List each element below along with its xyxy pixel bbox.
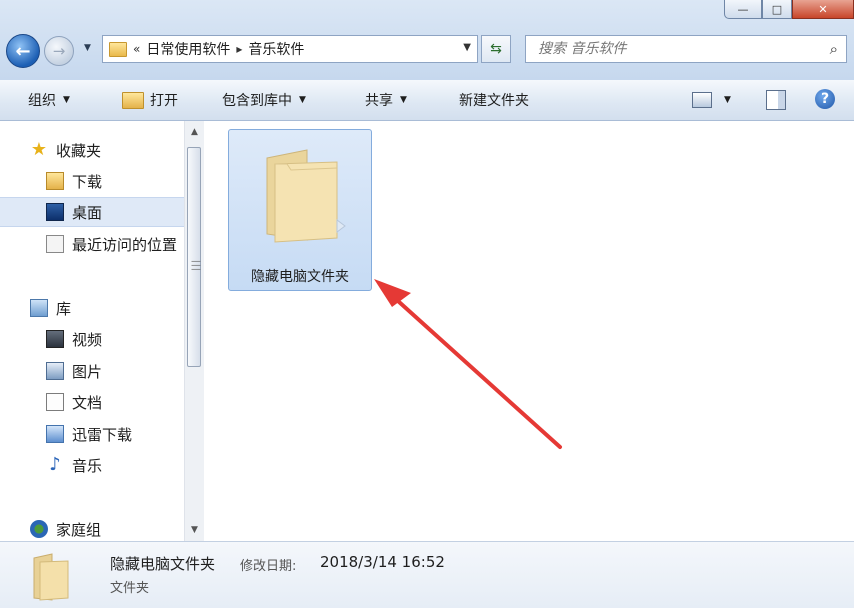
- search-box[interactable]: ⌕: [525, 35, 847, 63]
- chevron-down-icon: ▼: [400, 95, 407, 105]
- share-menu[interactable]: 共享 ▼: [365, 90, 407, 110]
- nav-pictures[interactable]: 图片: [0, 356, 184, 386]
- new-folder-button[interactable]: 新建文件夹: [459, 90, 529, 110]
- scroll-up-arrow-icon[interactable]: ▲: [185, 123, 204, 141]
- help-button[interactable]: ?: [815, 89, 835, 109]
- nav-label: 文档: [72, 393, 103, 412]
- navigation-pane: ★ 收藏夹 下载 桌面 最近访问的位置 库 视频 图片 文档 迅雷下载 ♪ 音乐…: [0, 121, 184, 541]
- folder-icon: [33, 553, 69, 601]
- preview-pane-icon: [766, 90, 786, 110]
- refresh-icon: ⇆: [490, 41, 502, 57]
- nav-label: 家庭组: [56, 520, 102, 539]
- window-chrome: — □ ✕ ← → ▼ « 日常使用软件 ▸ 音乐软件 ▼ ⇆ ⌕: [0, 0, 854, 80]
- xunlei-downloads-icon: [46, 425, 64, 443]
- nav-favorites[interactable]: ★ 收藏夹: [0, 135, 184, 165]
- folder-icon: [266, 149, 346, 243]
- file-list[interactable]: 隐藏电脑文件夹: [204, 121, 854, 541]
- refresh-button[interactable]: ⇆: [481, 35, 511, 63]
- pictures-icon: [46, 362, 64, 380]
- folder-name: 隐藏电脑文件夹: [251, 269, 349, 285]
- view-icon: [692, 92, 712, 108]
- change-view-button[interactable]: ▼: [692, 92, 731, 108]
- address-dropdown-icon[interactable]: ▼: [463, 42, 471, 53]
- nav-label: 桌面: [72, 203, 103, 222]
- details-modified-value: 2018/3/14 16:52: [320, 553, 445, 571]
- scroll-down-arrow-icon[interactable]: ▼: [185, 521, 204, 539]
- include-in-library-label: 包含到库中: [222, 93, 292, 109]
- details-pane: 隐藏电脑文件夹 修改日期: 2018/3/14 16:52 文件夹: [0, 541, 854, 608]
- open-folder-icon: [122, 91, 144, 109]
- organize-label: 组织: [28, 93, 56, 109]
- address-bar[interactable]: « 日常使用软件 ▸ 音乐软件 ▼: [102, 35, 478, 63]
- breadcrumb-item[interactable]: 音乐软件: [248, 39, 304, 59]
- nav-label: 库: [56, 299, 72, 318]
- nav-downloads[interactable]: 下载: [0, 166, 184, 196]
- back-arrow-icon: ←: [15, 40, 31, 62]
- nav-videos[interactable]: 视频: [0, 324, 184, 354]
- open-button[interactable]: 打开: [122, 90, 178, 110]
- star-icon: ★: [30, 139, 48, 160]
- nav-label: 视频: [72, 330, 103, 349]
- nav-music[interactable]: ♪ 音乐: [0, 450, 184, 480]
- preview-pane-button[interactable]: [766, 90, 786, 110]
- close-button[interactable]: ✕: [792, 0, 854, 19]
- nav-label: 收藏夹: [56, 141, 102, 160]
- nav-label: 最近访问的位置: [72, 235, 178, 254]
- open-label: 打开: [150, 93, 178, 109]
- forward-arrow-icon: →: [52, 42, 66, 60]
- nav-xunlei-downloads[interactable]: 迅雷下载: [0, 419, 184, 449]
- details-file-name: 隐藏电脑文件夹: [110, 555, 216, 573]
- music-note-icon: ♪: [49, 454, 61, 475]
- chevron-down-icon: ▼: [63, 95, 70, 105]
- recent-places-icon: [46, 235, 64, 253]
- recent-pages-dropdown[interactable]: ▼: [84, 43, 91, 53]
- chevron-down-icon: ▼: [724, 95, 731, 105]
- nav-label: 下载: [72, 172, 103, 191]
- help-icon: ?: [815, 89, 835, 109]
- magnifier-icon[interactable]: ⌕: [830, 40, 838, 58]
- breadcrumb-separator[interactable]: ▸: [236, 42, 242, 56]
- nav-homegroup[interactable]: 家庭组: [0, 514, 184, 541]
- documents-icon: [46, 393, 64, 411]
- nav-label: 迅雷下载: [72, 425, 133, 444]
- forward-button[interactable]: →: [44, 36, 74, 66]
- videos-icon: [46, 330, 64, 348]
- minimize-button[interactable]: —: [724, 0, 762, 19]
- nav-recent-places[interactable]: 最近访问的位置: [0, 229, 184, 259]
- nav-libraries[interactable]: 库: [0, 293, 184, 323]
- command-bar: 组织 ▼ 打开 包含到库中 ▼ 共享 ▼ 新建文件夹 ▼ ?: [0, 80, 854, 121]
- nav-pane-scrollbar[interactable]: ▲ — — — ▼: [184, 121, 204, 541]
- window-controls: — □ ✕: [724, 0, 854, 19]
- maximize-button[interactable]: □: [762, 0, 792, 19]
- folder-item[interactable]: 隐藏电脑文件夹: [228, 129, 372, 291]
- share-label: 共享: [365, 93, 393, 109]
- nav-label: 图片: [72, 362, 103, 381]
- back-button[interactable]: ←: [6, 34, 40, 68]
- scrollbar-thumb[interactable]: — — —: [187, 147, 201, 367]
- libraries-icon: [30, 299, 48, 317]
- include-in-library-menu[interactable]: 包含到库中 ▼: [222, 90, 306, 110]
- breadcrumb-item[interactable]: 日常使用软件: [146, 39, 230, 59]
- organize-menu[interactable]: 组织 ▼: [28, 90, 70, 110]
- nav-label: 音乐: [72, 456, 103, 475]
- search-input[interactable]: [536, 40, 830, 58]
- downloads-folder-icon: [46, 172, 64, 190]
- grip-icon: — — —: [191, 256, 201, 275]
- nav-documents[interactable]: 文档: [0, 387, 184, 417]
- details-file-type: 文件夹: [110, 581, 150, 596]
- nav-desktop[interactable]: 桌面: [0, 197, 184, 227]
- address-overflow-chevron[interactable]: «: [133, 42, 140, 56]
- new-folder-label: 新建文件夹: [459, 93, 529, 109]
- folder-icon: [109, 41, 127, 57]
- desktop-icon: [46, 203, 64, 221]
- details-modified-label: 修改日期:: [240, 559, 297, 574]
- chevron-down-icon: ▼: [299, 95, 306, 105]
- homegroup-icon: [30, 520, 48, 538]
